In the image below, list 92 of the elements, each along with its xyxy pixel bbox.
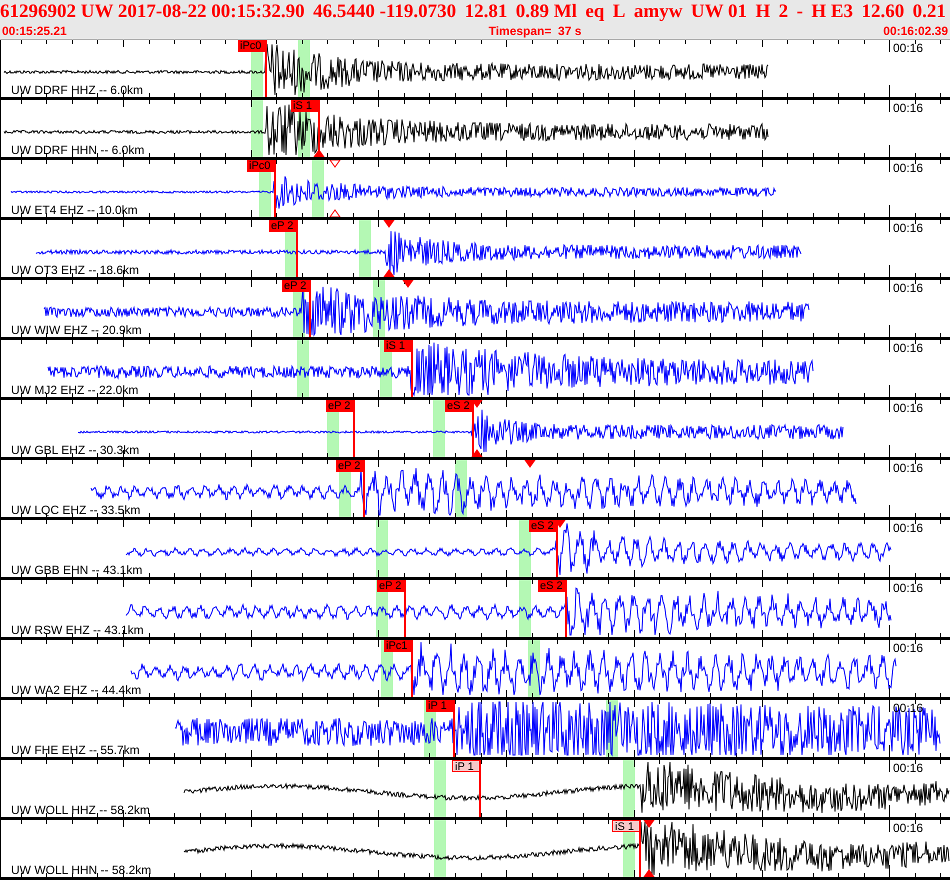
pick-line — [453, 700, 455, 757]
triangle-marker-icon — [329, 209, 341, 217]
event-summary-field: 0.89 Ml — [516, 2, 577, 20]
station-label: UW WA2 EHZ -- 44.4km — [11, 684, 142, 696]
pick-flag[interactable]: iPc0 — [238, 40, 266, 52]
pick-line — [296, 220, 298, 277]
arrival-window-band — [433, 400, 445, 457]
station-label: UW MJ2 EHZ -- 22.0km — [11, 384, 138, 396]
time-label: 00:16 — [893, 42, 924, 54]
event-summary-field: 12.81 — [464, 2, 508, 20]
pick-line — [265, 40, 267, 97]
station-label: UW OT3 EHZ -- 18.6km — [11, 264, 140, 276]
event-summary-field: - — [796, 2, 803, 20]
event-summary-field: 0.21 — [912, 2, 946, 20]
triangle-marker-icon — [643, 869, 655, 877]
pick-flag[interactable]: eP 2 — [282, 280, 310, 292]
event-summary-field: L — [612, 2, 626, 20]
pick-flag[interactable]: eP 2 — [269, 220, 297, 232]
event-summary-field: 2 — [778, 2, 788, 20]
triangle-marker-icon — [383, 220, 395, 228]
pick-line — [363, 460, 365, 517]
station-label: UW RSW EHZ -- 43.1km — [11, 624, 144, 636]
pick-flag[interactable]: iPc1 — [384, 640, 412, 652]
time-label: 00:16 — [893, 702, 924, 714]
pick-line — [472, 400, 474, 457]
time-label: 00:16 — [893, 642, 924, 654]
arrival-window-band — [519, 580, 531, 637]
pick-flag[interactable]: iP 1 — [452, 760, 480, 772]
arrival-window-band — [434, 820, 446, 877]
time-label: 00:16 — [893, 822, 924, 834]
station-label: UW DDRF HHN -- 6.0km — [11, 144, 144, 156]
station-label: UW WIW EHZ -- 20.9km — [11, 324, 142, 336]
arrival-window-band — [434, 760, 446, 817]
triangle-marker-icon — [383, 269, 395, 277]
pick-flag[interactable]: iS 1 — [291, 100, 319, 112]
time-label: 00:16 — [893, 522, 924, 534]
arrival-window-band — [359, 220, 371, 277]
event-summary-field: 12.60 — [861, 2, 904, 20]
pick-flag[interactable]: iS 1 — [612, 820, 640, 832]
arrival-window-band — [297, 340, 309, 397]
time-label: 00:16 — [893, 462, 924, 474]
event-summary-field: H — [755, 2, 770, 20]
pick-flag[interactable]: eP 2 — [336, 460, 364, 472]
triangle-marker-icon — [643, 820, 655, 828]
event-summary-field: 61296902 UW 2017-08-22 00:15:32.90 — [0, 2, 305, 20]
pick-line — [411, 640, 413, 697]
station-label: UW WOLL HHZ -- 58.2km — [11, 804, 150, 816]
time-label: 00:16 — [893, 402, 924, 414]
event-summary-field: 46.5440 -119.0730 — [313, 2, 456, 20]
arrival-window-band — [519, 520, 531, 577]
time-label: 00:16 — [893, 762, 924, 774]
station-label: UW DDRF HHZ -- 6.0km — [11, 84, 143, 96]
station-label: UW ET4 EHZ -- 10.0km — [11, 204, 138, 216]
station-label: UW GBL EHZ -- 30.3km — [11, 444, 140, 456]
event-summary-field: UW 01 — [690, 2, 748, 20]
event-summary-field: H E3 — [811, 2, 854, 20]
time-label: 00:16 — [893, 282, 924, 294]
time-label: 00:16 — [893, 102, 924, 114]
pick-line — [274, 160, 276, 217]
pick-flag[interactable]: eS 2 — [538, 580, 566, 592]
pick-line — [565, 580, 567, 637]
event-summary-field: amyw — [634, 2, 682, 20]
station-label: UW LQC EHZ -- 33.5km — [11, 504, 140, 516]
pick-line — [404, 580, 406, 637]
station-label: UW GBB EHN -- 43.1km — [11, 564, 142, 576]
pick-line — [353, 400, 355, 457]
triangle-marker-icon — [329, 160, 341, 168]
end-time: 00:16:02.39 — [883, 22, 948, 40]
time-label: 00:16 — [893, 162, 924, 174]
station-label: UW FHE EHZ -- 55.7km — [11, 744, 140, 756]
pick-line — [309, 280, 311, 337]
station-label: UW WOLL HHN -- 58.2km — [11, 864, 152, 876]
pick-flag[interactable]: iPc0 — [247, 160, 275, 172]
triangle-marker-icon — [524, 460, 536, 468]
pick-flag[interactable]: eP 2 — [326, 400, 354, 412]
time-label: 00:16 — [893, 342, 924, 354]
pick-flag[interactable]: iS 1 — [384, 340, 412, 352]
pick-flag[interactable]: iP 1 — [426, 700, 454, 712]
arrival-window-band — [251, 100, 263, 157]
time-label: 00:16 — [893, 582, 924, 594]
pick-flag[interactable]: eP 2 — [377, 580, 405, 592]
arrival-window-band — [312, 160, 324, 217]
pick-line — [411, 340, 413, 397]
pick-line — [639, 820, 641, 877]
arrival-window-band — [623, 760, 635, 817]
pick-line — [479, 760, 481, 817]
arrival-window-band — [376, 520, 388, 577]
triangle-marker-icon — [402, 280, 414, 288]
event-summary-field: eq — [585, 2, 604, 20]
timespan-label: Timespan= 37 s — [488, 22, 582, 40]
start-time: 00:15:25.21 — [2, 22, 67, 40]
time-label: 00:16 — [893, 222, 924, 234]
